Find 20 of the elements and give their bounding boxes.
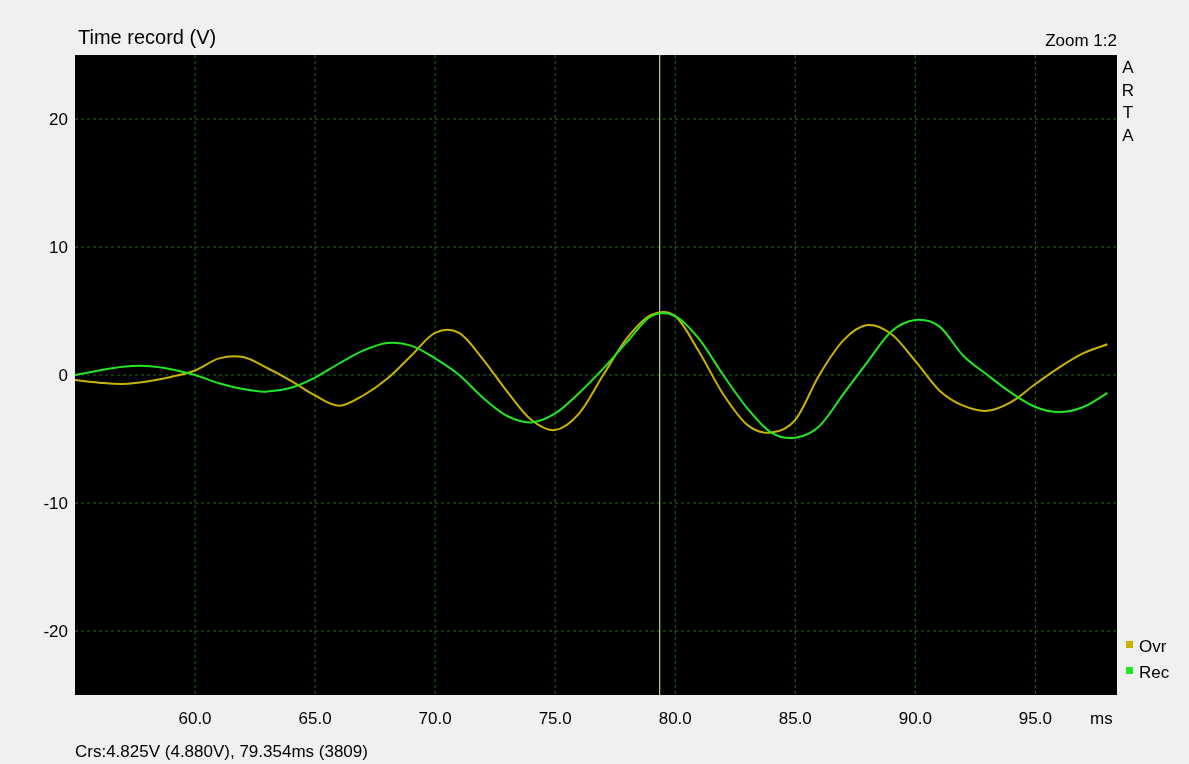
- x-axis-label: ms: [1090, 709, 1113, 728]
- y-tick-label: 20: [49, 110, 68, 129]
- y-tick-label: -20: [43, 622, 68, 641]
- legend-label: Ovr: [1139, 637, 1167, 656]
- zoom-label: Zoom 1:2: [1045, 31, 1117, 50]
- cursor-readout: Crs:4.825V (4.880V), 79.354ms (3809): [74, 742, 368, 761]
- x-tick-label: 75.0: [538, 709, 572, 728]
- y-tick-label: 0: [58, 366, 68, 385]
- y-tick-label: 10: [49, 238, 68, 257]
- x-tick-label: 80.0: [658, 709, 692, 728]
- x-tick-label: 65.0: [298, 709, 332, 728]
- chart-title: Time record (V): [78, 26, 217, 48]
- y-tick-label: -10: [43, 494, 68, 513]
- x-tick-label: 90.0: [898, 709, 932, 728]
- brand-label: ARTA: [1121, 58, 1135, 145]
- x-tick-label: 60.0: [178, 709, 212, 728]
- x-tick-label: 85.0: [778, 709, 812, 728]
- legend-label: Rec: [1139, 663, 1170, 682]
- x-tick-label: 70.0: [418, 709, 452, 728]
- x-tick-label: 95.0: [1018, 709, 1052, 728]
